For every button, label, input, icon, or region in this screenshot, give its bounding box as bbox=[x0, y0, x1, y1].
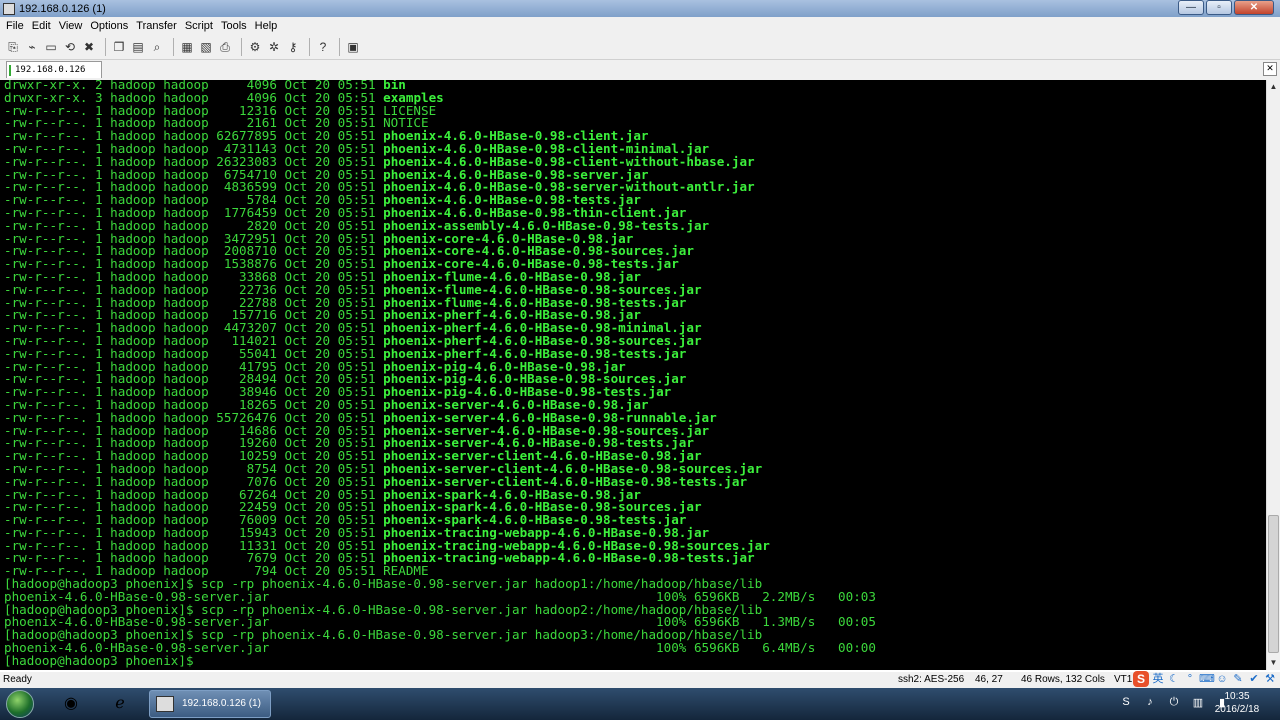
menu-options[interactable]: Options bbox=[90, 20, 128, 32]
terminal-area[interactable]: drwxr-xr-x. 2 hadoop hadoop 4096 Oct 20 … bbox=[0, 80, 1266, 670]
terminal-filename: phoenix-tracing-webapp-4.6.0-HBase-0.98-… bbox=[383, 550, 755, 566]
help-icon[interactable]: ? bbox=[315, 39, 331, 55]
sogou-tray-icon[interactable]: S bbox=[1118, 696, 1134, 709]
terminal-line-text: [hadoop@hadoop3 phoenix]$ bbox=[4, 652, 194, 668]
menu-file[interactable]: File bbox=[6, 20, 24, 32]
paste-icon[interactable]: ▤ bbox=[130, 39, 146, 55]
reconnect-icon[interactable]: ⟲ bbox=[62, 39, 78, 55]
speaker-icon[interactable]: ♪ bbox=[1142, 696, 1158, 709]
status-cipher: ssh2: AES-256 bbox=[898, 674, 965, 685]
screen-icon[interactable]: ▣ bbox=[345, 39, 361, 55]
title-bar: 192.168.0.126 (1) — ▫ ✕ bbox=[0, 0, 1280, 17]
scroll-down-arrow-icon[interactable]: ▼ bbox=[1267, 656, 1280, 670]
status-terminal-size: 46 Rows, 132 Cols bbox=[1021, 674, 1105, 685]
find-icon[interactable]: ⌕ bbox=[149, 39, 165, 55]
clock-date: 2016/2/18 bbox=[1214, 704, 1260, 715]
toolbar-separator bbox=[241, 37, 242, 56]
toolbar-separator bbox=[309, 37, 310, 56]
menu-view[interactable]: View bbox=[59, 20, 83, 32]
global-options-icon[interactable]: ✲ bbox=[266, 39, 282, 55]
terminal-output: drwxr-xr-x. 2 hadoop hadoop 4096 Oct 20 … bbox=[4, 80, 876, 668]
keyboard-icon[interactable]: ⌨ bbox=[1199, 672, 1215, 686]
skin-icon[interactable]: ✎ bbox=[1231, 672, 1245, 686]
ime-language-toggle[interactable]: 英 bbox=[1151, 672, 1165, 686]
terminal-app-icon bbox=[3, 2, 15, 15]
menu-help[interactable]: Help bbox=[255, 20, 278, 32]
moon-icon[interactable]: ☾ bbox=[1167, 672, 1181, 686]
status-cursor-position: 46, 27 bbox=[975, 674, 1003, 685]
start-button[interactable] bbox=[6, 690, 34, 718]
status-bar: Ready ssh2: AES-256 46, 27 46 Rows, 132 … bbox=[0, 672, 1280, 688]
status-emulation: VT1 bbox=[1114, 674, 1133, 685]
menu-transfer[interactable]: Transfer bbox=[136, 20, 177, 32]
toolbar-separator bbox=[173, 37, 174, 56]
connected-indicator-icon bbox=[9, 65, 11, 76]
disconnect-icon[interactable]: ✖ bbox=[81, 39, 97, 55]
wrench-icon[interactable]: ⚒ bbox=[1263, 672, 1277, 686]
window-title: 192.168.0.126 (1) bbox=[19, 2, 106, 15]
menu-bar: File Edit View Options Transfer Script T… bbox=[0, 17, 1280, 34]
quick-connect-icon[interactable]: ⌁ bbox=[24, 39, 40, 55]
power-icon[interactable]: ⏻ bbox=[1166, 696, 1182, 709]
punctuation-icon[interactable]: ° bbox=[1183, 672, 1197, 686]
ime-toolbar: S 英 ☾ ° ⌨ ☺ ✎ ✔ ⚒ bbox=[1133, 670, 1280, 688]
clock-time: 10:35 bbox=[1224, 691, 1250, 702]
system-clock[interactable]: 10:35 2016/2/18 bbox=[1202, 690, 1272, 716]
tools-icon[interactable]: ✔ bbox=[1247, 672, 1261, 686]
sogou-ime-logo[interactable]: S bbox=[1133, 671, 1149, 687]
taskbar-window-label: 192.168.0.126 (1) bbox=[182, 698, 261, 709]
minimize-button[interactable]: — bbox=[1178, 0, 1204, 15]
print-setup-icon[interactable]: ▦ bbox=[179, 39, 195, 55]
session-tab-bar: 192.168.0.126 (1) ✕ bbox=[0, 60, 1280, 92]
menu-edit[interactable]: Edit bbox=[32, 20, 51, 32]
print-icon[interactable]: ⎙ bbox=[217, 39, 233, 55]
tab-close-button[interactable]: ✕ bbox=[1263, 62, 1277, 76]
menu-tools[interactable]: Tools bbox=[221, 20, 247, 32]
taskbar-window-button[interactable]: 192.168.0.126 (1) bbox=[149, 690, 271, 718]
terminal-line: [hadoop@hadoop3 phoenix]$ bbox=[4, 652, 876, 668]
terminal-scrollbar[interactable]: ▲ ▼ bbox=[1266, 80, 1280, 670]
connect-tab-icon[interactable]: ▭ bbox=[43, 39, 59, 55]
ie-icon[interactable]: ℯ bbox=[101, 691, 139, 717]
status-ready: Ready bbox=[3, 674, 32, 685]
session-tab[interactable]: 192.168.0.126 (1) bbox=[6, 61, 102, 92]
close-button[interactable]: ✕ bbox=[1234, 0, 1274, 15]
maximize-button[interactable]: ▫ bbox=[1206, 0, 1232, 15]
toolbar-separator bbox=[105, 37, 106, 56]
toolbar-separator bbox=[339, 37, 340, 56]
toolbar: ⎘ ⌁ ▭ ⟲ ✖ ❐ ▤ ⌕ ▦ ▧ ⎙ ⚙ ✲ ⚷ ? ▣ bbox=[0, 34, 1280, 60]
copy-icon[interactable]: ❐ bbox=[111, 39, 127, 55]
print-selection-icon[interactable]: ▧ bbox=[198, 39, 214, 55]
window-controls: — ▫ ✕ bbox=[1176, 0, 1274, 15]
user-icon[interactable]: ☺ bbox=[1215, 672, 1229, 686]
session-options-icon[interactable]: ⚙ bbox=[247, 39, 263, 55]
menu-script[interactable]: Script bbox=[185, 20, 213, 32]
terminal-app-icon bbox=[156, 696, 174, 712]
scroll-thumb[interactable] bbox=[1268, 515, 1279, 653]
chrome-icon[interactable]: ◉ bbox=[52, 691, 90, 717]
key-icon[interactable]: ⚷ bbox=[285, 39, 301, 55]
connect-icon[interactable]: ⎘ bbox=[5, 39, 21, 55]
scroll-up-arrow-icon[interactable]: ▲ bbox=[1267, 80, 1280, 94]
taskbar: ◉ ℯ 192.168.0.126 (1) S ♪ ⏻ ▥ ▮ 10:35 20… bbox=[0, 688, 1280, 720]
